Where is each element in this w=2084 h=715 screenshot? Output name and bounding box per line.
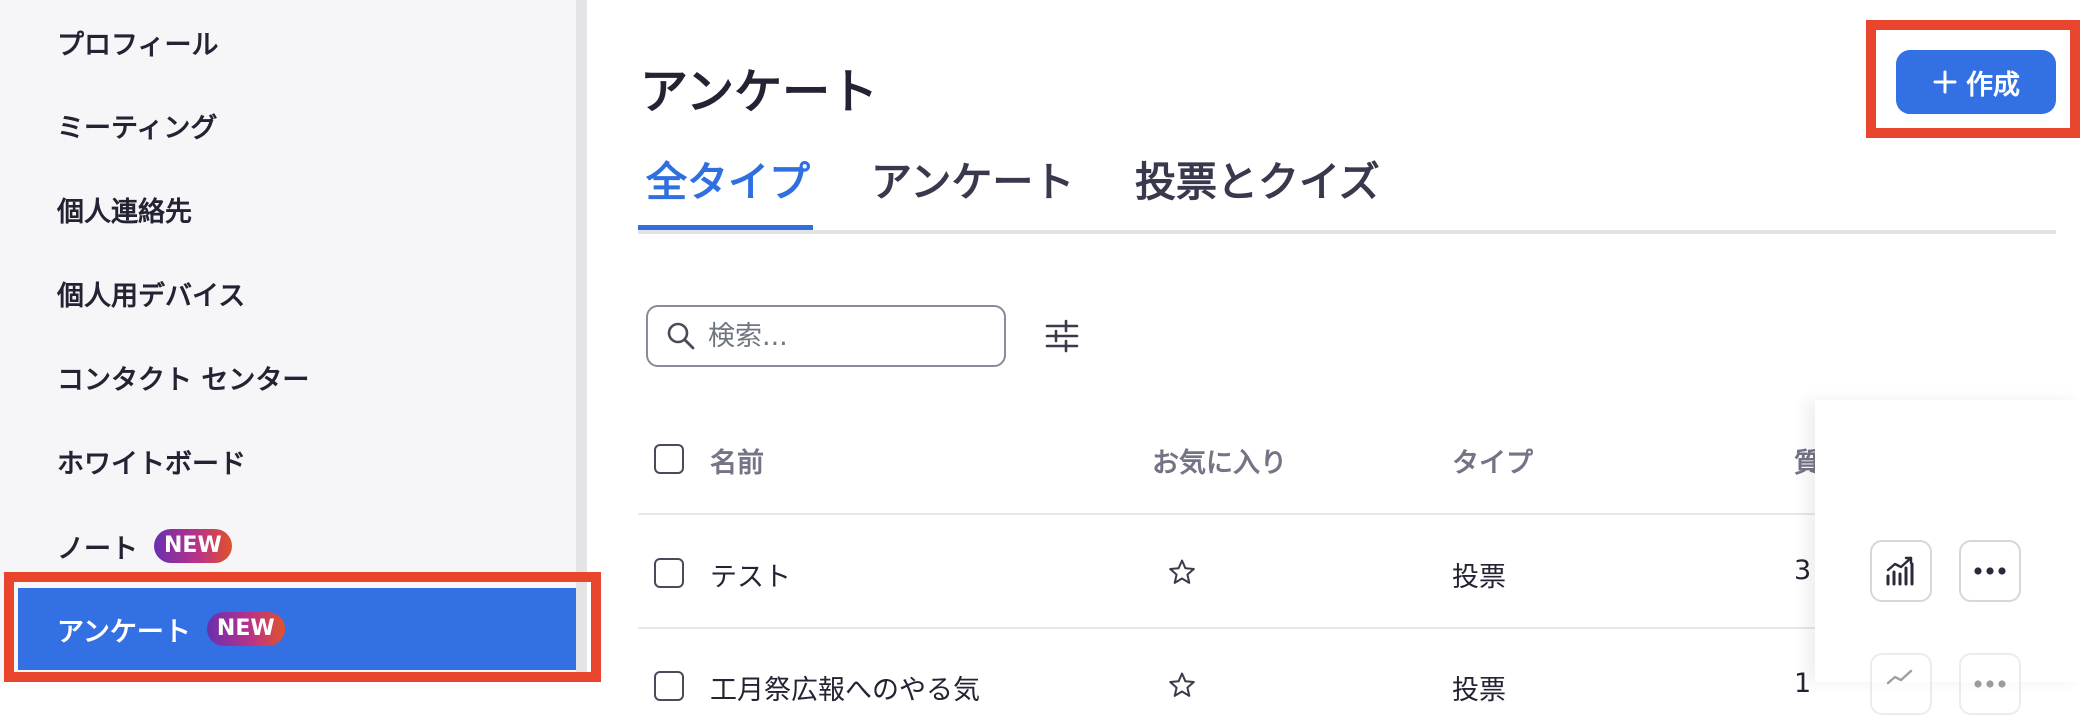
sidebar-item-profile[interactable]: プロフィール (0, 12, 576, 72)
sidebar-item-meetings[interactable]: ミーティング (0, 95, 576, 155)
sidebar-item-label: アンケート (57, 616, 191, 648)
create-button[interactable]: 作成 (1896, 50, 2056, 114)
more-options-button[interactable] (1959, 653, 2021, 715)
column-header-favorite[interactable]: お気に入り (1152, 441, 1287, 480)
sidebar-item-label: ホワイトボード (57, 448, 246, 480)
tab-all-types[interactable]: 全タイプ (646, 140, 810, 230)
column-header-type[interactable]: タイプ (1452, 441, 1533, 480)
tab-surveys[interactable]: アンケート (871, 140, 1074, 230)
more-options-button[interactable] (1959, 540, 2021, 602)
row-name[interactable]: 工月祭広報へのやる気 (710, 668, 980, 707)
star-icon[interactable] (1168, 671, 1196, 699)
sidebar-item-whiteboards[interactable]: ホワイトボード (0, 431, 576, 491)
row-checkbox[interactable] (654, 558, 684, 588)
plus-icon (1933, 70, 1957, 94)
row-questions: 3 (1794, 555, 1812, 586)
active-tab-indicator (638, 225, 813, 230)
row-checkbox[interactable] (654, 671, 684, 701)
select-all-checkbox[interactable] (654, 444, 684, 474)
chart-icon (1886, 669, 1913, 685)
sidebar-item-label: ミーティング (57, 112, 218, 144)
sidebar: プロフィール ミーティング 個人連絡先 個人用デバイス コンタクト センター ホ… (0, 0, 576, 682)
sidebar-item-label: コンタクト センター (57, 364, 310, 396)
create-button-label: 作成 (1966, 69, 2020, 101)
row-questions: 1 (1794, 668, 1812, 699)
row-type: 投票 (1452, 675, 1506, 706)
column-header-name[interactable]: 名前 (710, 441, 764, 480)
search-field[interactable] (646, 305, 1006, 367)
more-icon (1974, 680, 2006, 688)
star-icon[interactable] (1168, 558, 1196, 586)
results-button[interactable] (1870, 540, 1932, 602)
sidebar-divider (576, 0, 587, 682)
page-title: アンケート (640, 64, 879, 120)
search-input[interactable] (706, 319, 970, 353)
sidebar-item-personal-devices[interactable]: 個人用デバイス (0, 263, 576, 323)
sidebar-item-contact-center[interactable]: コンタクト センター (0, 347, 576, 407)
new-badge: NEW (206, 612, 285, 646)
row-actions-panel (1815, 400, 2084, 715)
filter-icon[interactable] (1044, 318, 1080, 354)
tab-label: 全タイプ (646, 158, 810, 206)
results-button[interactable] (1870, 653, 1932, 715)
tab-polls-quizzes[interactable]: 投票とクイズ (1135, 140, 1380, 230)
sidebar-item-notes[interactable]: ノート NEW (0, 516, 576, 576)
sidebar-item-label: ノート (57, 533, 138, 565)
sidebar-item-label: 個人連絡先 (57, 196, 192, 228)
sidebar-item-surveys[interactable]: アンケート NEW (18, 588, 576, 670)
chart-icon (1886, 556, 1914, 586)
search-icon (667, 322, 695, 350)
new-badge: NEW (154, 529, 232, 563)
row-name[interactable]: テスト (710, 555, 791, 594)
more-icon (1974, 567, 2006, 575)
row-type: 投票 (1452, 562, 1506, 593)
tab-label: 投票とクイズ (1135, 158, 1380, 206)
tab-label: アンケート (871, 158, 1075, 206)
tab-bar: 全タイプ アンケート 投票とクイズ (638, 140, 2056, 234)
sidebar-item-personal-contacts[interactable]: 個人連絡先 (0, 179, 576, 239)
sidebar-item-label: 個人用デバイス (57, 280, 246, 312)
sidebar-item-label: プロフィール (57, 29, 219, 61)
